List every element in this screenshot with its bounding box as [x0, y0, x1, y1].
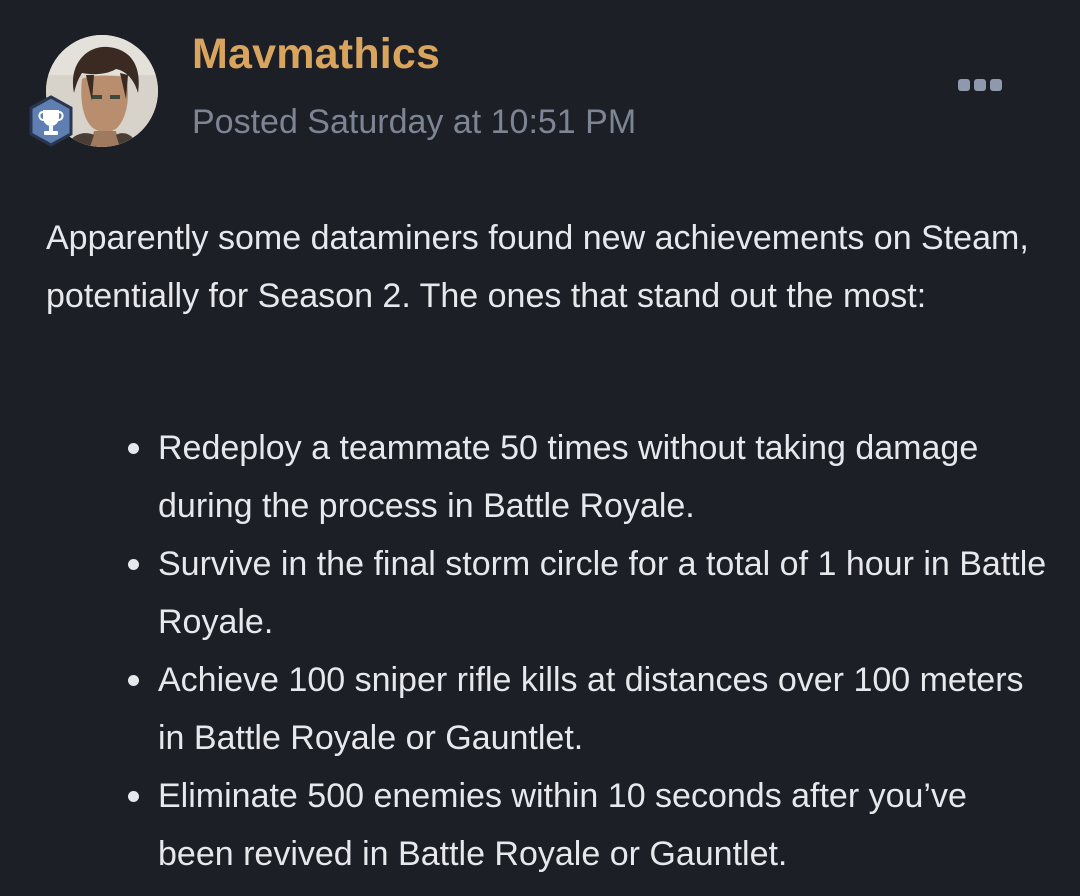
- more-options-icon: [958, 79, 970, 91]
- post-body: Apparently some dataminers found new ach…: [46, 209, 1046, 873]
- more-options-icon: [990, 79, 1002, 91]
- post-timestamp: Posted Saturday at 10:51 PM: [192, 103, 637, 141]
- list-item: Survive in the final storm circle for a …: [128, 535, 1048, 651]
- bullet-icon: [128, 559, 139, 570]
- list-item-text: Redeploy a teammate 50 times without tak…: [158, 429, 979, 525]
- list-item-text: Eliminate 500 enemies within 10 seconds …: [158, 777, 967, 873]
- list-item: Eliminate 500 enemies within 10 seconds …: [128, 767, 1048, 883]
- forum-post: Mavmathics Posted Saturday at 10:51 PM A…: [0, 0, 1080, 896]
- bullet-icon: [128, 791, 139, 802]
- list-item: Achieve 100 sniper rifle kills at distan…: [128, 651, 1048, 767]
- post-intro: Apparently some dataminers found new ach…: [46, 219, 1029, 315]
- list-item-text: Achieve 100 sniper rifle kills at distan…: [158, 661, 1024, 757]
- avatar-container[interactable]: [29, 35, 158, 147]
- achievement-list: Redeploy a teammate 50 times without tak…: [128, 419, 1048, 883]
- trophy-badge-icon: [28, 95, 74, 147]
- bullet-icon: [128, 443, 139, 454]
- more-options-button[interactable]: [952, 70, 1008, 100]
- list-item: Redeploy a teammate 50 times without tak…: [128, 419, 1048, 535]
- more-options-icon: [974, 79, 986, 91]
- bullet-icon: [128, 675, 139, 686]
- list-item-text: Survive in the final storm circle for a …: [158, 545, 1047, 641]
- author-name[interactable]: Mavmathics: [192, 30, 440, 79]
